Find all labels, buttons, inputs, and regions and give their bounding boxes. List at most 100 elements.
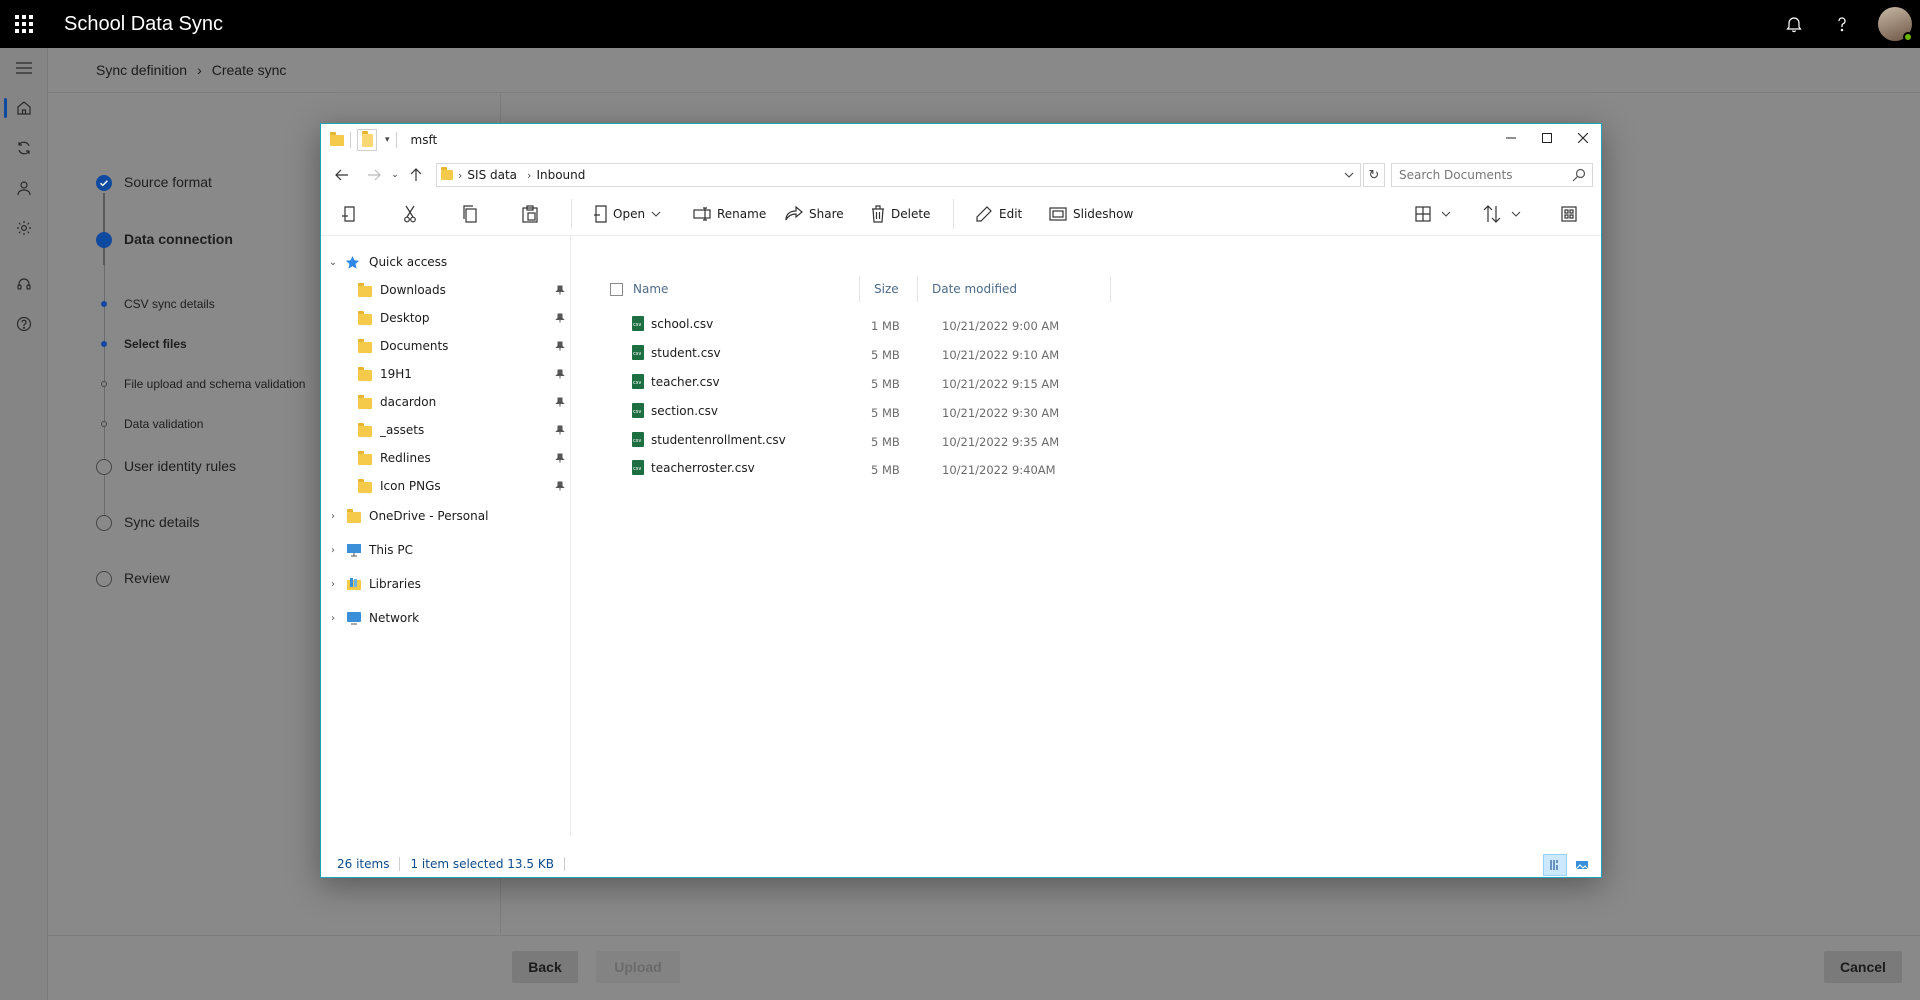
view-options-button[interactable] xyxy=(1561,198,1577,230)
cancel-button[interactable]: Cancel xyxy=(1824,951,1902,983)
column-header-name[interactable]: Name xyxy=(633,276,668,302)
file-row[interactable]: teacherroster.csv 5 MB 10/21/2022 9:40AM xyxy=(632,456,1172,480)
nav-label: 19H1 xyxy=(380,367,412,381)
nav-item-19h1[interactable]: 19H1 xyxy=(321,362,571,386)
details-view-button[interactable] xyxy=(1543,854,1567,876)
user-avatar[interactable] xyxy=(1878,7,1913,42)
chevron-down-icon xyxy=(1344,172,1354,178)
file-row[interactable]: school.csv 1 MB 10/21/2022 9:00 AM xyxy=(632,312,1172,336)
file-name: teacher.csv xyxy=(651,375,720,389)
up-nav-button[interactable] xyxy=(405,162,427,188)
settings-icon xyxy=(17,221,31,235)
close-button[interactable] xyxy=(1565,124,1601,152)
search-input[interactable]: Search Documents xyxy=(1391,163,1593,187)
new-item-button[interactable] xyxy=(341,198,359,230)
chevron-right-icon[interactable]: › xyxy=(327,545,339,556)
file-row[interactable]: teacher.csv 5 MB 10/21/2022 9:15 AM xyxy=(632,370,1172,394)
nav-home[interactable] xyxy=(0,88,48,128)
column-divider[interactable] xyxy=(859,276,860,302)
nav-network[interactable]: › Network xyxy=(321,606,571,630)
nav-support[interactable] xyxy=(0,264,48,304)
left-nav-rail xyxy=(0,48,48,1000)
notifications-button[interactable] xyxy=(1770,0,1818,48)
nav-item-downloads[interactable]: Downloads xyxy=(321,278,571,302)
breadcrumb-item[interactable]: Sync definition xyxy=(96,62,187,78)
file-row[interactable]: studentenrollment.csv 5 MB 10/21/2022 9:… xyxy=(632,428,1172,452)
nav-quick-access[interactable]: ⌄ Quick access xyxy=(321,250,571,274)
chevron-right-icon[interactable]: › xyxy=(327,579,339,590)
large-icons-view-button[interactable] xyxy=(1570,854,1594,876)
address-crumb[interactable]: Inbound xyxy=(536,168,585,182)
column-header-date[interactable]: Date modified xyxy=(932,276,1017,302)
rename-button[interactable]: Rename xyxy=(693,198,766,230)
nav-onedrive[interactable]: › OneDrive - Personal xyxy=(321,504,571,528)
refresh-button[interactable]: ↻ xyxy=(1363,163,1385,187)
copy-button[interactable] xyxy=(461,198,479,230)
help-circle-icon xyxy=(16,316,32,332)
cut-button[interactable] xyxy=(403,198,417,230)
column-header-size[interactable]: Size xyxy=(874,276,899,302)
delete-button[interactable]: Delete xyxy=(871,198,930,230)
csv-file-icon xyxy=(632,316,644,331)
help-icon xyxy=(1838,17,1846,32)
person-icon xyxy=(17,181,31,196)
back-nav-button[interactable] xyxy=(331,162,353,188)
nav-item-documents[interactable]: Documents xyxy=(321,334,571,358)
column-divider[interactable] xyxy=(1110,276,1111,302)
sort-button[interactable] xyxy=(1483,198,1521,230)
nav-item-assets[interactable]: _assets xyxy=(321,418,571,442)
help-button[interactable] xyxy=(1818,0,1866,48)
chevron-right-icon[interactable]: › xyxy=(327,613,339,624)
paste-button[interactable] xyxy=(521,198,539,230)
layout-button[interactable] xyxy=(1415,198,1451,230)
address-crumb[interactable]: SIS data xyxy=(467,168,517,182)
nav-this-pc[interactable]: › This PC xyxy=(321,538,571,562)
folder-icon xyxy=(358,423,372,437)
desktop-folder-icon xyxy=(358,311,372,325)
folder-icon[interactable] xyxy=(330,131,344,146)
column-divider[interactable] xyxy=(917,276,918,302)
recent-locations-button[interactable]: ⌄ xyxy=(389,162,401,188)
maximize-button[interactable] xyxy=(1529,124,1565,152)
command-bar: Open Rename Share Delete Edit Slideshow xyxy=(321,192,1601,236)
file-row[interactable]: student.csv 5 MB 10/21/2022 9:10 AM xyxy=(632,341,1172,365)
address-dropdown-button[interactable] xyxy=(1340,164,1358,186)
share-button[interactable]: Share xyxy=(785,198,844,230)
step-label: CSV sync details xyxy=(124,297,215,311)
status-bar: 26 items 1 item selected 13.5 KB xyxy=(321,852,1601,876)
nav-libraries[interactable]: › Libraries xyxy=(321,572,571,596)
menu-toggle-button[interactable] xyxy=(0,48,48,88)
paste-icon xyxy=(522,204,538,223)
slideshow-button[interactable]: Slideshow xyxy=(1049,198,1133,230)
chevron-down-icon[interactable]: ⌄ xyxy=(327,257,339,268)
forward-nav-button[interactable] xyxy=(363,162,385,188)
nav-settings[interactable] xyxy=(0,208,48,248)
nav-item-desktop[interactable]: Desktop xyxy=(321,306,571,330)
nav-item-redlines[interactable]: Redlines xyxy=(321,446,571,470)
nav-sync[interactable] xyxy=(0,128,48,168)
chevron-down-icon xyxy=(1441,211,1451,217)
nav-help[interactable] xyxy=(0,304,48,344)
nav-item-dacardon[interactable]: dacardon xyxy=(321,390,571,414)
nav-users[interactable] xyxy=(0,168,48,208)
edit-button[interactable]: Edit xyxy=(975,198,1022,230)
item-count: 26 items xyxy=(337,857,390,871)
nav-item-icon-pngs[interactable]: Icon PNGs xyxy=(321,474,571,498)
chevron-right-icon[interactable]: › xyxy=(327,511,339,522)
open-button[interactable]: Open xyxy=(593,198,661,230)
upload-button[interactable]: Upload xyxy=(596,951,680,983)
divider xyxy=(571,198,572,229)
minimize-button[interactable] xyxy=(1493,124,1529,152)
new-folder-button[interactable] xyxy=(357,129,377,151)
window-titlebar[interactable]: ▾ msft xyxy=(321,124,1601,156)
address-bar[interactable]: › SIS data › Inbound xyxy=(436,163,1361,187)
divider xyxy=(563,857,565,871)
back-button[interactable]: Back xyxy=(512,951,578,983)
nav-label: Icon PNGs xyxy=(380,479,441,493)
file-row[interactable]: section.csv 5 MB 10/21/2022 9:30 AM xyxy=(632,399,1172,423)
divider xyxy=(953,198,954,229)
customize-quick-access-icon[interactable]: ▾ xyxy=(385,135,390,145)
app-launcher-button[interactable] xyxy=(0,0,48,48)
select-all-checkbox[interactable] xyxy=(610,283,623,296)
csv-file-icon xyxy=(632,460,644,475)
